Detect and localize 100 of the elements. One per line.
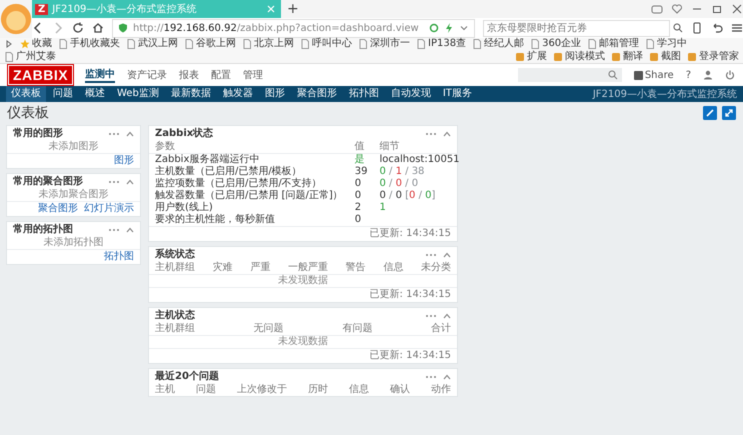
reload-icon[interactable]: [72, 22, 84, 34]
table-cell: 0 / 0 / 0: [379, 178, 418, 189]
bookmark-item[interactable]: 经纪人邮: [472, 38, 524, 50]
submenu-tab[interactable]: 最新数据: [166, 86, 216, 102]
page-title: 仪表板: [7, 104, 49, 122]
page-icon: [58, 39, 68, 50]
more-icon[interactable]: [108, 180, 120, 184]
chevron-down-icon[interactable]: [458, 23, 469, 33]
bookmark-item[interactable]: 北京上网: [242, 38, 294, 50]
column-header: 信息: [349, 384, 369, 396]
column-header: 值: [354, 141, 365, 152]
toolbar-item[interactable]: 扩展: [515, 50, 547, 63]
bookmark-item[interactable]: 学习中: [645, 38, 688, 50]
search-icon[interactable]: [672, 23, 683, 33]
toolbar-item[interactable]: 翻译: [611, 50, 643, 63]
address-field[interactable]: http://192.168.60.92/zabbix.php?action=dashboard.view: [112, 18, 475, 38]
submenu-tab[interactable]: 拓扑图: [344, 86, 384, 102]
collapse-icon[interactable]: [443, 250, 451, 258]
circle-icon[interactable]: [428, 23, 439, 33]
tool-icon: [687, 52, 697, 62]
close-icon[interactable]: [730, 3, 743, 15]
search-field[interactable]: 京东母婴限时抢百元券: [482, 20, 670, 36]
bookmark-item[interactable]: 深圳市一: [358, 38, 410, 50]
restore-icon[interactable]: [710, 3, 723, 15]
submenu-tab[interactable]: 自动发现: [386, 86, 436, 102]
updated-time: 已更新: 14:34:15: [370, 350, 451, 362]
fullscreen-button[interactable]: [722, 106, 736, 120]
submenu-tab[interactable]: 问题: [48, 86, 78, 102]
widget-link[interactable]: 聚合图形: [38, 203, 78, 215]
more-icon[interactable]: [425, 132, 437, 136]
bookmark-item[interactable]: 邮箱管理: [587, 38, 640, 50]
submenu-tab[interactable]: Web监测: [112, 86, 164, 102]
more-icon[interactable]: [425, 314, 437, 318]
bookmark-item[interactable]: 武汉上网: [126, 38, 178, 50]
user-icon[interactable]: [703, 70, 713, 80]
toolbar-item[interactable]: 截图: [649, 50, 681, 63]
search-field[interactable]: [518, 68, 622, 82]
bookmark-item[interactable]: 360企业: [530, 38, 582, 50]
column-header: 历时: [308, 384, 328, 396]
share-icon: [634, 70, 643, 80]
menu-tab[interactable]: 监测中: [85, 67, 116, 83]
column-header: 上次修改于: [237, 384, 287, 396]
logo[interactable]: ZABBIX: [8, 65, 74, 85]
lightning-icon[interactable]: [444, 23, 454, 33]
column-header: 警告: [346, 262, 366, 274]
collapse-icon[interactable]: [126, 178, 134, 186]
column-header: 确认: [390, 384, 410, 396]
widget-link[interactable]: 幻灯片演示: [84, 203, 134, 215]
phone-icon[interactable]: [690, 22, 703, 34]
collapse-icon[interactable]: [126, 130, 134, 138]
widget-link[interactable]: 图形: [114, 155, 134, 167]
submenu-tab[interactable]: 聚合图形: [292, 86, 342, 102]
bookmark-item[interactable]: IP138查: [416, 38, 466, 50]
share-button[interactable]: Share: [634, 70, 674, 80]
menu-tab[interactable]: 资产记录: [127, 68, 168, 82]
submenu-tab[interactable]: 图形: [260, 86, 290, 102]
help-button[interactable]: ?: [686, 70, 691, 80]
widget-title: Zabbix状态: [155, 128, 214, 140]
collapse-icon[interactable]: [443, 372, 451, 380]
table-cell: 是: [354, 154, 365, 165]
tab-badge: Z: [35, 4, 48, 14]
tool-icon: [611, 52, 621, 62]
bookmark-item[interactable]: 呼叫中心: [300, 38, 352, 50]
power-icon[interactable]: [725, 70, 735, 80]
more-icon[interactable]: [108, 132, 120, 136]
page-icon: [4, 52, 14, 62]
undo-icon[interactable]: [710, 22, 723, 34]
collapse-icon[interactable]: [443, 130, 451, 138]
home-icon[interactable]: [92, 22, 104, 34]
menu-tab[interactable]: 配置: [211, 68, 232, 82]
table-cell: 0: [354, 178, 362, 189]
page-icon: [530, 39, 540, 50]
widget-link[interactable]: 拓扑图: [104, 251, 134, 263]
table-cell: 0: [354, 214, 362, 225]
toolbar-item[interactable]: 登录管家: [687, 50, 739, 63]
bookmark-item[interactable]: 收藏: [20, 38, 52, 50]
collapse-icon[interactable]: [443, 312, 451, 320]
menu-tab[interactable]: 管理: [243, 68, 264, 82]
more-icon[interactable]: [108, 228, 120, 232]
bookmark-item[interactable]: 手机收藏夹: [58, 38, 120, 50]
submenu-tab[interactable]: 仪表板: [6, 86, 46, 102]
heart-icon[interactable]: [670, 3, 683, 15]
new-tab-button[interactable]: +: [287, 1, 299, 17]
collapse-icon[interactable]: [126, 226, 134, 234]
menu-icon[interactable]: [730, 22, 743, 34]
submenu-tab[interactable]: 概述: [80, 86, 110, 102]
column-header: 主机群组: [155, 323, 195, 335]
more-icon[interactable]: [425, 252, 437, 256]
bookmark-item[interactable]: 广州艾泰: [4, 50, 56, 63]
play-icon[interactable]: [4, 39, 14, 50]
search-icon[interactable]: [608, 70, 618, 80]
bookmark-item[interactable]: 谷歌上网: [184, 38, 236, 50]
toolbar-item[interactable]: 阅读模式: [553, 50, 605, 63]
submenu-tab[interactable]: IT服务: [438, 86, 477, 102]
browser-tab[interactable]: Z JF2109—小袁—分布式监控系统: [32, 0, 281, 18]
menu-tab[interactable]: 报表: [179, 68, 200, 82]
submenu-tab[interactable]: 触发器: [218, 86, 258, 102]
edit-button[interactable]: [703, 106, 717, 120]
column-header: 未分类: [420, 262, 451, 274]
more-icon[interactable]: [425, 374, 437, 378]
